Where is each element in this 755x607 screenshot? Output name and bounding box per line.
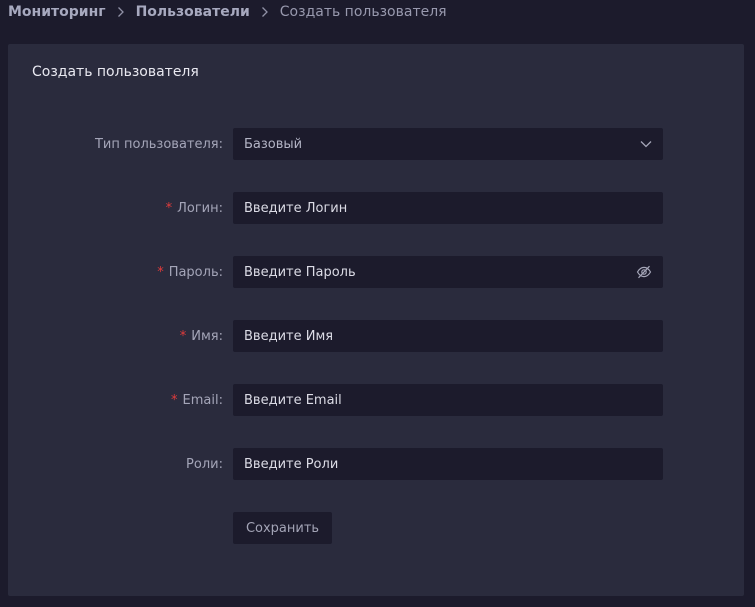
password-label-text: Пароль xyxy=(168,264,219,280)
roles-field xyxy=(233,448,663,480)
login-input[interactable] xyxy=(244,193,652,223)
required-mark: * xyxy=(171,392,178,408)
name-input[interactable] xyxy=(244,321,652,351)
chevron-down-icon xyxy=(640,140,652,148)
form-row-roles: Роли: xyxy=(8,448,744,480)
breadcrumb-monitoring[interactable]: Мониторинг xyxy=(8,4,106,20)
form-row-email: * Email: xyxy=(8,384,744,416)
form-row-name: * Имя: xyxy=(8,320,744,352)
login-field xyxy=(233,192,663,224)
save-button[interactable]: Сохранить xyxy=(233,512,332,544)
label-colon: : xyxy=(218,456,223,472)
label-colon: : xyxy=(218,264,223,280)
email-label-text: Email xyxy=(182,392,219,408)
login-label-text: Логин xyxy=(177,200,219,216)
roles-label-text: Роли xyxy=(186,456,219,472)
user-type-value: Базовый xyxy=(244,136,303,152)
form-row-user-type: Тип пользователя: Базовый xyxy=(8,128,744,160)
password-label: * Пароль: xyxy=(8,256,223,288)
create-user-card: Создать пользователя Тип пользователя: Б… xyxy=(8,44,744,596)
password-input[interactable] xyxy=(244,257,636,287)
required-mark: * xyxy=(157,264,164,280)
email-label: * Email: xyxy=(8,384,223,416)
user-type-select[interactable]: Базовый xyxy=(233,128,663,160)
eye-slash-icon[interactable] xyxy=(636,265,652,279)
roles-label: Роли: xyxy=(8,448,223,480)
label-colon: : xyxy=(218,392,223,408)
chevron-right-icon xyxy=(106,0,136,24)
breadcrumb-current: Создать пользователя xyxy=(279,4,447,20)
password-field xyxy=(233,256,663,288)
name-field xyxy=(233,320,663,352)
email-field xyxy=(233,384,663,416)
required-mark: * xyxy=(179,328,187,344)
form-row-password: * Пароль: xyxy=(8,256,744,288)
name-label-text: Имя xyxy=(191,328,219,344)
name-label: * Имя: xyxy=(8,320,223,352)
roles-input[interactable] xyxy=(244,449,652,479)
breadcrumb: Мониторинг Пользователи Создать пользова… xyxy=(8,0,447,24)
required-mark: * xyxy=(165,200,173,216)
form-row-login: * Логин: xyxy=(8,192,744,224)
user-type-label: Тип пользователя: xyxy=(8,128,223,160)
card-title: Создать пользователя xyxy=(32,64,199,80)
email-input[interactable] xyxy=(244,385,652,415)
label-colon: : xyxy=(218,136,223,152)
chevron-right-icon xyxy=(250,0,280,24)
breadcrumb-users[interactable]: Пользователи xyxy=(136,4,250,20)
label-colon: : xyxy=(218,200,223,216)
login-label: * Логин: xyxy=(8,192,223,224)
user-type-label-text: Тип пользователя xyxy=(94,136,219,152)
label-colon: : xyxy=(218,328,223,344)
